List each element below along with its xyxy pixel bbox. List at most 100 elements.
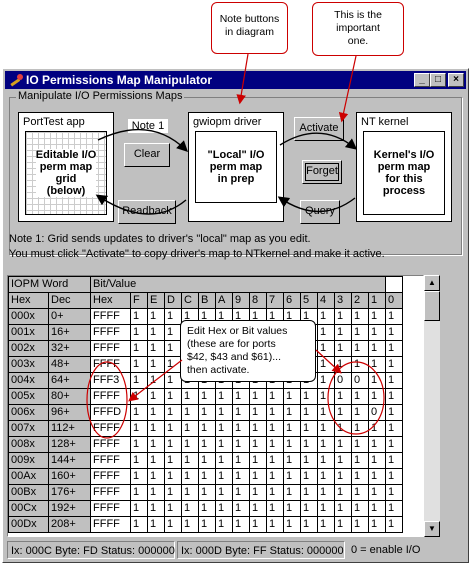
bit-cell[interactable]: 1 — [232, 516, 250, 533]
bit-cell[interactable]: 1 — [351, 356, 369, 373]
bit-cell[interactable]: 1 — [164, 420, 182, 437]
bit-cell[interactable]: 1 — [249, 500, 267, 517]
bit-cell[interactable]: 1 — [198, 500, 216, 517]
bit-cell[interactable]: 1 — [317, 436, 335, 453]
bit-cell[interactable]: 1 — [147, 484, 165, 501]
bit-cell[interactable]: 1 — [368, 500, 386, 517]
bit-cell[interactable]: 1 — [317, 468, 335, 485]
bit-cell[interactable]: 1 — [266, 516, 284, 533]
bit-cell[interactable]: 1 — [385, 324, 403, 341]
bit-cell[interactable]: 1 — [317, 420, 335, 437]
bit-cell[interactable]: 1 — [147, 340, 165, 357]
bit-cell[interactable]: 1 — [351, 340, 369, 357]
bit-cell[interactable]: 1 — [368, 324, 386, 341]
bit-cell[interactable]: 1 — [368, 484, 386, 501]
bit-cell[interactable]: 1 — [351, 484, 369, 501]
bit-cell[interactable]: 1 — [249, 436, 267, 453]
bit-cell[interactable]: 1 — [283, 484, 301, 501]
bit-cell[interactable]: 1 — [317, 324, 335, 341]
bit-cell[interactable]: 1 — [385, 308, 403, 325]
hex-value-cell[interactable]: FFFF — [90, 356, 131, 373]
bit-cell[interactable]: 1 — [232, 484, 250, 501]
bit-cell[interactable]: 1 — [300, 484, 318, 501]
bit-cell[interactable]: 1 — [266, 388, 284, 405]
bit-cell[interactable]: 1 — [385, 388, 403, 405]
bit-cell[interactable]: 1 — [130, 500, 148, 517]
bit-cell[interactable]: 1 — [232, 468, 250, 485]
minimize-button[interactable]: _ — [414, 73, 430, 87]
bit-cell[interactable]: 1 — [130, 404, 148, 421]
bit-cell[interactable]: 1 — [334, 388, 352, 405]
bit-cell[interactable]: 1 — [249, 468, 267, 485]
bit-cell[interactable]: 1 — [266, 468, 284, 485]
bit-cell[interactable]: 1 — [164, 468, 182, 485]
bit-cell[interactable]: 1 — [164, 516, 182, 533]
bit-cell[interactable]: 1 — [385, 340, 403, 357]
hex-value-cell[interactable]: FFFF — [90, 468, 131, 485]
bit-cell[interactable]: 1 — [385, 500, 403, 517]
bit-cell[interactable]: 1 — [334, 356, 352, 373]
bit-cell[interactable]: 1 — [181, 420, 199, 437]
bit-cell[interactable]: 1 — [215, 420, 233, 437]
bit-cell[interactable]: 1 — [130, 484, 148, 501]
bit-cell[interactable]: 1 — [385, 420, 403, 437]
bit-cell[interactable]: 1 — [283, 436, 301, 453]
bit-cell[interactable]: 1 — [147, 308, 165, 325]
scroll-up-button[interactable]: ▲ — [424, 275, 440, 291]
bit-cell[interactable]: 1 — [232, 404, 250, 421]
bit-cell[interactable]: 1 — [130, 308, 148, 325]
bit-cell[interactable]: 1 — [215, 404, 233, 421]
bit-cell[interactable]: 1 — [215, 484, 233, 501]
bit-cell[interactable]: 1 — [147, 404, 165, 421]
title-bar[interactable]: IO Permissions Map Manipulator _ □ × — [5, 71, 466, 89]
hex-value-cell[interactable]: FFFF — [90, 340, 131, 357]
bit-cell[interactable]: 1 — [198, 484, 216, 501]
bit-cell[interactable]: 0 — [368, 404, 386, 421]
bit-cell[interactable]: 1 — [283, 404, 301, 421]
bit-cell[interactable]: 1 — [130, 388, 148, 405]
bit-cell[interactable]: 1 — [266, 404, 284, 421]
bit-cell[interactable]: 1 — [215, 436, 233, 453]
bit-cell[interactable]: 1 — [181, 500, 199, 517]
bit-cell[interactable]: 1 — [198, 468, 216, 485]
bit-cell[interactable]: 1 — [249, 388, 267, 405]
hex-value-cell[interactable]: FFFF — [90, 452, 131, 469]
bit-cell[interactable]: 0 — [334, 372, 352, 389]
bit-cell[interactable]: 1 — [317, 372, 335, 389]
bit-cell[interactable]: 1 — [351, 420, 369, 437]
bit-cell[interactable]: 1 — [351, 516, 369, 533]
bit-cell[interactable]: 1 — [130, 420, 148, 437]
bit-cell[interactable]: 1 — [164, 484, 182, 501]
bit-cell[interactable]: 1 — [130, 468, 148, 485]
bit-cell[interactable]: 1 — [300, 500, 318, 517]
bit-cell[interactable]: 1 — [334, 404, 352, 421]
bit-cell[interactable]: 1 — [334, 420, 352, 437]
bit-cell[interactable]: 1 — [283, 500, 301, 517]
hex-value-cell[interactable]: FFFF — [90, 484, 131, 501]
bit-cell[interactable]: 1 — [368, 420, 386, 437]
bit-cell[interactable]: 1 — [232, 436, 250, 453]
readback-button[interactable]: Readback — [118, 200, 176, 224]
bit-cell[interactable]: 1 — [368, 436, 386, 453]
bit-cell[interactable]: 1 — [334, 468, 352, 485]
bit-cell[interactable]: 1 — [351, 436, 369, 453]
bit-cell[interactable]: 1 — [215, 500, 233, 517]
bit-cell[interactable]: 1 — [351, 404, 369, 421]
bit-cell[interactable]: 1 — [368, 356, 386, 373]
bit-cell[interactable]: 1 — [164, 500, 182, 517]
bit-cell[interactable]: 1 — [232, 388, 250, 405]
bit-cell[interactable]: 1 — [283, 452, 301, 469]
hex-value-cell[interactable]: FFF3 — [90, 372, 131, 389]
bit-cell[interactable]: 1 — [198, 436, 216, 453]
clear-button[interactable]: Clear — [124, 143, 170, 167]
bit-cell[interactable]: 1 — [130, 436, 148, 453]
bit-cell[interactable]: 1 — [164, 340, 182, 357]
bit-cell[interactable]: 1 — [266, 452, 284, 469]
hex-value-cell[interactable]: FFFF — [90, 388, 131, 405]
bit-cell[interactable]: 1 — [317, 516, 335, 533]
bit-cell[interactable]: 1 — [164, 436, 182, 453]
bit-cell[interactable]: 1 — [164, 404, 182, 421]
bit-cell[interactable]: 1 — [300, 468, 318, 485]
bit-cell[interactable]: 1 — [181, 388, 199, 405]
bit-cell[interactable]: 1 — [130, 516, 148, 533]
